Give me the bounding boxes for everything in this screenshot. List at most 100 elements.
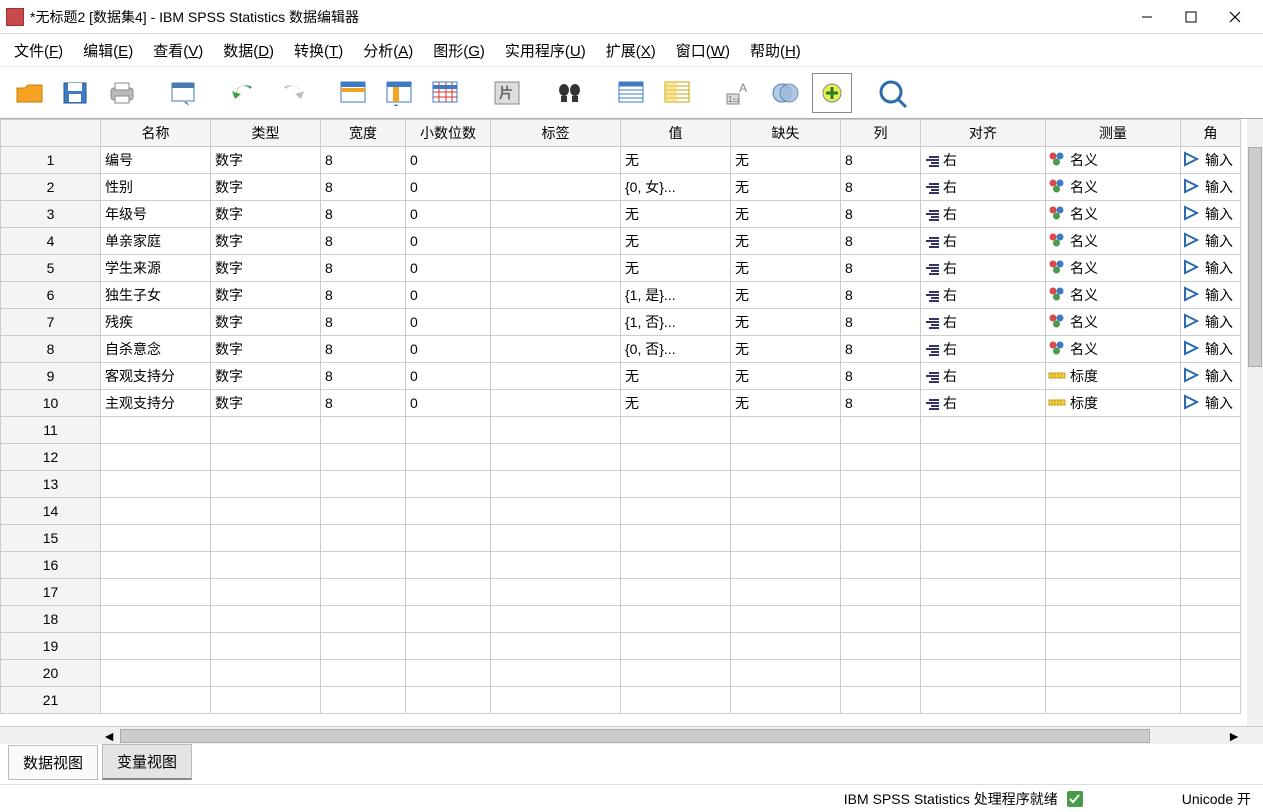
empty-cell[interactable] bbox=[1046, 660, 1181, 687]
row-number[interactable]: 12 bbox=[1, 444, 101, 471]
column-header-2[interactable]: 宽度 bbox=[321, 120, 406, 147]
data-view-tab[interactable]: 数据视图 bbox=[8, 745, 98, 780]
cell-columns[interactable]: 8 bbox=[841, 201, 921, 228]
horizontal-scrollbar[interactable]: ◄ ► bbox=[0, 726, 1263, 744]
variable-row[interactable]: 6独生子女数字80{1, 是}...无8右名义输入 bbox=[1, 282, 1241, 309]
empty-cell[interactable] bbox=[1046, 606, 1181, 633]
empty-row[interactable]: 17 bbox=[1, 579, 1241, 606]
empty-cell[interactable] bbox=[1181, 687, 1241, 714]
use-sets-button[interactable] bbox=[874, 73, 914, 113]
cell-role[interactable]: 输入 bbox=[1181, 201, 1241, 228]
empty-cell[interactable] bbox=[211, 579, 321, 606]
column-header-1[interactable]: 类型 bbox=[211, 120, 321, 147]
cell-type[interactable]: 数字 bbox=[211, 390, 321, 417]
weight-cases-button[interactable]: A1⚏ bbox=[720, 73, 760, 113]
empty-cell[interactable] bbox=[921, 525, 1046, 552]
empty-cell[interactable] bbox=[491, 579, 621, 606]
cell-missing[interactable]: 无 bbox=[731, 309, 841, 336]
scroll-left-arrow[interactable]: ◄ bbox=[100, 727, 118, 745]
empty-cell[interactable] bbox=[406, 552, 491, 579]
cell-name[interactable]: 自杀意念 bbox=[101, 336, 211, 363]
vertical-scrollbar[interactable] bbox=[1247, 119, 1263, 726]
cell-columns[interactable]: 8 bbox=[841, 390, 921, 417]
row-number[interactable]: 14 bbox=[1, 498, 101, 525]
cell-role[interactable]: 输入 bbox=[1181, 309, 1241, 336]
cell-role[interactable]: 输入 bbox=[1181, 174, 1241, 201]
find-button[interactable] bbox=[550, 73, 590, 113]
cell-width[interactable]: 8 bbox=[321, 174, 406, 201]
empty-cell[interactable] bbox=[921, 552, 1046, 579]
cell-values[interactable]: 无 bbox=[621, 363, 731, 390]
row-number[interactable]: 3 bbox=[1, 201, 101, 228]
empty-cell[interactable] bbox=[101, 633, 211, 660]
cell-align[interactable]: 右 bbox=[921, 174, 1046, 201]
cell-align[interactable]: 右 bbox=[921, 201, 1046, 228]
cell-columns[interactable]: 8 bbox=[841, 363, 921, 390]
cell-decimals[interactable]: 0 bbox=[406, 228, 491, 255]
cell-type[interactable]: 数字 bbox=[211, 363, 321, 390]
empty-cell[interactable] bbox=[101, 417, 211, 444]
empty-cell[interactable] bbox=[321, 525, 406, 552]
cell-name[interactable]: 单亲家庭 bbox=[101, 228, 211, 255]
cell-missing[interactable]: 无 bbox=[731, 390, 841, 417]
empty-cell[interactable] bbox=[321, 660, 406, 687]
empty-cell[interactable] bbox=[101, 579, 211, 606]
empty-cell[interactable] bbox=[1046, 498, 1181, 525]
cell-label[interactable] bbox=[491, 390, 621, 417]
variable-row[interactable]: 7残疾数字80{1, 否}...无8右名义输入 bbox=[1, 309, 1241, 336]
row-number[interactable]: 5 bbox=[1, 255, 101, 282]
empty-cell[interactable] bbox=[211, 633, 321, 660]
empty-row[interactable]: 11 bbox=[1, 417, 1241, 444]
row-number[interactable]: 21 bbox=[1, 687, 101, 714]
row-number[interactable]: 20 bbox=[1, 660, 101, 687]
empty-cell[interactable] bbox=[491, 525, 621, 552]
empty-cell[interactable] bbox=[1181, 552, 1241, 579]
cell-decimals[interactable]: 0 bbox=[406, 282, 491, 309]
column-header-0[interactable]: 名称 bbox=[101, 120, 211, 147]
empty-cell[interactable] bbox=[841, 606, 921, 633]
variables-button[interactable] bbox=[426, 73, 466, 113]
empty-cell[interactable] bbox=[491, 660, 621, 687]
empty-cell[interactable] bbox=[1046, 687, 1181, 714]
cell-measure[interactable]: 标度 bbox=[1046, 390, 1181, 417]
empty-cell[interactable] bbox=[1046, 471, 1181, 498]
cell-label[interactable] bbox=[491, 147, 621, 174]
empty-cell[interactable] bbox=[101, 471, 211, 498]
empty-cell[interactable] bbox=[621, 444, 731, 471]
cell-values[interactable]: 无 bbox=[621, 390, 731, 417]
empty-cell[interactable] bbox=[621, 417, 731, 444]
cell-align[interactable]: 右 bbox=[921, 309, 1046, 336]
empty-cell[interactable] bbox=[921, 606, 1046, 633]
empty-cell[interactable] bbox=[1046, 525, 1181, 552]
cell-type[interactable]: 数字 bbox=[211, 201, 321, 228]
empty-cell[interactable] bbox=[841, 687, 921, 714]
row-number[interactable]: 7 bbox=[1, 309, 101, 336]
empty-cell[interactable] bbox=[491, 687, 621, 714]
cell-role[interactable]: 输入 bbox=[1181, 390, 1241, 417]
cell-label[interactable] bbox=[491, 174, 621, 201]
cell-type[interactable]: 数字 bbox=[211, 282, 321, 309]
cell-type[interactable]: 数字 bbox=[211, 255, 321, 282]
cell-name[interactable]: 性别 bbox=[101, 174, 211, 201]
open-file-button[interactable] bbox=[10, 73, 50, 113]
row-number[interactable]: 1 bbox=[1, 147, 101, 174]
cell-columns[interactable]: 8 bbox=[841, 174, 921, 201]
cell-decimals[interactable]: 0 bbox=[406, 147, 491, 174]
cell-align[interactable]: 右 bbox=[921, 255, 1046, 282]
menu-h[interactable]: 帮助(H) bbox=[740, 36, 811, 65]
empty-cell[interactable] bbox=[406, 444, 491, 471]
empty-cell[interactable] bbox=[406, 606, 491, 633]
empty-cell[interactable] bbox=[321, 579, 406, 606]
variable-row[interactable]: 9客观支持分数字80无无8右标度输入 bbox=[1, 363, 1241, 390]
variable-row[interactable]: 4单亲家庭数字80无无8右名义输入 bbox=[1, 228, 1241, 255]
goto-case-button[interactable] bbox=[334, 73, 374, 113]
empty-cell[interactable] bbox=[406, 687, 491, 714]
empty-row[interactable]: 16 bbox=[1, 552, 1241, 579]
empty-cell[interactable] bbox=[406, 471, 491, 498]
cell-missing[interactable]: 无 bbox=[731, 363, 841, 390]
cell-label[interactable] bbox=[491, 363, 621, 390]
cell-decimals[interactable]: 0 bbox=[406, 201, 491, 228]
empty-row[interactable]: 20 bbox=[1, 660, 1241, 687]
cell-role[interactable]: 输入 bbox=[1181, 147, 1241, 174]
empty-cell[interactable] bbox=[321, 498, 406, 525]
